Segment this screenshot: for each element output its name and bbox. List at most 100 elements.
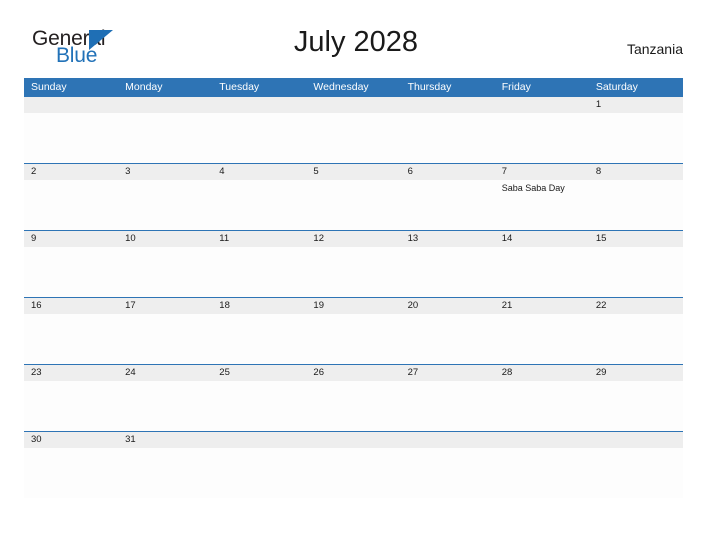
calendar-page: General Blue July 2028 Tanzania Sunday M… [0, 0, 712, 550]
calendar-week-row: 1 [24, 97, 683, 163]
calendar-day-cell[interactable]: 11 [212, 231, 306, 297]
day-number: 26 [313, 367, 324, 378]
calendar-day-cell[interactable] [306, 97, 400, 163]
calendar-day-cell[interactable] [589, 432, 683, 498]
weekday-header-friday: Friday [501, 81, 531, 93]
calendar-day-cell[interactable]: 2 [24, 164, 118, 230]
calendar-week-row: 16 17 18 19 20 21 22 [24, 297, 683, 364]
calendar-weeks: 1 2 3 4 5 6 7 Saba Saba Day 8 9 10 11 12 13 14 15 16 17 18… [24, 97, 683, 498]
calendar-day-cell[interactable]: 13 [401, 231, 495, 297]
day-number: 8 [595, 166, 602, 177]
weekday-header-row: Sunday Monday Tuesday Wednesday Thursday… [24, 78, 683, 97]
calendar-day-cell[interactable]: 22 [589, 298, 683, 364]
calendar-day-cell[interactable]: 5 [306, 164, 400, 230]
calendar-day-cell[interactable] [495, 97, 589, 163]
calendar-day-cell[interactable]: 27 [401, 365, 495, 431]
day-number: 24 [125, 367, 136, 378]
day-number: 12 [313, 233, 324, 244]
day-number: 19 [313, 300, 324, 311]
day-number: 9 [31, 233, 37, 244]
calendar-week-cells: 30 31 [24, 432, 683, 498]
calendar-day-cell[interactable]: 17 [118, 298, 212, 364]
day-number: 29 [595, 367, 607, 378]
day-number: 4 [219, 166, 225, 177]
calendar-day-cell[interactable]: 23 [24, 365, 118, 431]
calendar-day-cell[interactable]: 21 [495, 298, 589, 364]
day-number: 15 [595, 233, 607, 244]
calendar-day-cell[interactable]: 14 [495, 231, 589, 297]
calendar-day-cell[interactable]: 6 [401, 164, 495, 230]
page-title: July 2028 [293, 26, 419, 58]
calendar-day-cell[interactable] [401, 432, 495, 498]
day-number: 27 [407, 367, 419, 378]
day-number: 14 [501, 233, 513, 244]
calendar-day-cell[interactable]: 10 [118, 231, 212, 297]
calendar-day-cell[interactable]: 19 [306, 298, 400, 364]
calendar-day-cell[interactable]: 8 [589, 164, 683, 230]
calendar-day-cell[interactable]: 28 [495, 365, 589, 431]
calendar-day-cell[interactable]: 12 [306, 231, 400, 297]
day-events: Saba Saba Day [502, 182, 589, 194]
calendar-week-row: 2 3 4 5 6 7 Saba Saba Day 8 [24, 163, 683, 230]
holiday-event-label: Saba Saba Day [501, 183, 565, 193]
day-number: 28 [501, 367, 513, 378]
day-number: 13 [407, 233, 419, 244]
day-number: 23 [31, 367, 42, 378]
calendar-day-cell[interactable]: 1 [589, 97, 683, 163]
calendar-day-cell[interactable]: 31 [118, 432, 212, 498]
calendar-day-cell[interactable]: 25 [212, 365, 306, 431]
calendar-week-row: 30 31 [24, 431, 683, 498]
day-number: 11 [219, 233, 230, 244]
calendar-day-cell[interactable] [306, 432, 400, 498]
calendar-day-cell[interactable]: 18 [212, 298, 306, 364]
calendar-week-cells: 9 10 11 12 13 14 15 [24, 231, 683, 297]
calendar-day-cell[interactable]: 9 [24, 231, 118, 297]
weekday-header-tuesday: Tuesday [219, 81, 260, 93]
weekday-header-monday: Monday [125, 81, 163, 93]
day-number: 10 [125, 233, 136, 244]
country-label: Tanzania [626, 41, 683, 57]
day-number: 6 [407, 166, 413, 177]
calendar-day-cell[interactable]: 29 [589, 365, 683, 431]
calendar-day-cell[interactable] [118, 97, 212, 163]
calendar-week-cells: 2 3 4 5 6 7 Saba Saba Day 8 [24, 164, 683, 230]
weekday-header-sunday: Sunday [31, 81, 67, 93]
calendar-day-cell[interactable]: 20 [401, 298, 495, 364]
calendar-day-cell[interactable]: 16 [24, 298, 118, 364]
calendar-day-cell[interactable] [495, 432, 589, 498]
calendar-day-cell[interactable]: 24 [118, 365, 212, 431]
calendar-day-cell[interactable] [212, 97, 306, 163]
day-number: 20 [407, 300, 419, 311]
calendar-day-cell[interactable]: 7 Saba Saba Day [495, 164, 589, 230]
calendar-week-row: 23 24 25 26 27 28 29 [24, 364, 683, 431]
calendar-week-cells: 1 [24, 97, 683, 163]
day-number: 16 [31, 300, 42, 311]
calendar-day-cell[interactable] [401, 97, 495, 163]
day-number: 3 [125, 166, 131, 177]
weekday-header-saturday: Saturday [595, 81, 638, 93]
calendar-day-cell[interactable] [212, 432, 306, 498]
day-number: 21 [501, 300, 513, 311]
calendar-day-cell[interactable]: 26 [306, 365, 400, 431]
day-number: 17 [125, 300, 136, 311]
day-number: 30 [31, 434, 42, 445]
day-number: 31 [125, 434, 136, 445]
day-number: 5 [313, 166, 319, 177]
day-number: 25 [219, 367, 230, 378]
day-number: 1 [595, 99, 602, 110]
calendar-week-row: 9 10 11 12 13 14 15 [24, 230, 683, 297]
calendar-day-cell[interactable]: 30 [24, 432, 118, 498]
day-number: 7 [501, 166, 507, 177]
day-number: 2 [31, 166, 37, 177]
calendar-day-cell[interactable]: 15 [589, 231, 683, 297]
page-header: General Blue July 2028 Tanzania [0, 0, 712, 76]
calendar-week-cells: 23 24 25 26 27 28 29 [24, 365, 683, 431]
calendar-grid: Sunday Monday Tuesday Wednesday Thursday… [24, 78, 683, 498]
calendar-day-cell[interactable]: 3 [118, 164, 212, 230]
calendar-week-cells: 16 17 18 19 20 21 22 [24, 298, 683, 364]
weekday-header-wednesday: Wednesday [313, 81, 369, 93]
calendar-day-cell[interactable] [24, 97, 118, 163]
day-number: 18 [219, 300, 230, 311]
calendar-day-cell[interactable]: 4 [212, 164, 306, 230]
day-number: 22 [595, 300, 607, 311]
